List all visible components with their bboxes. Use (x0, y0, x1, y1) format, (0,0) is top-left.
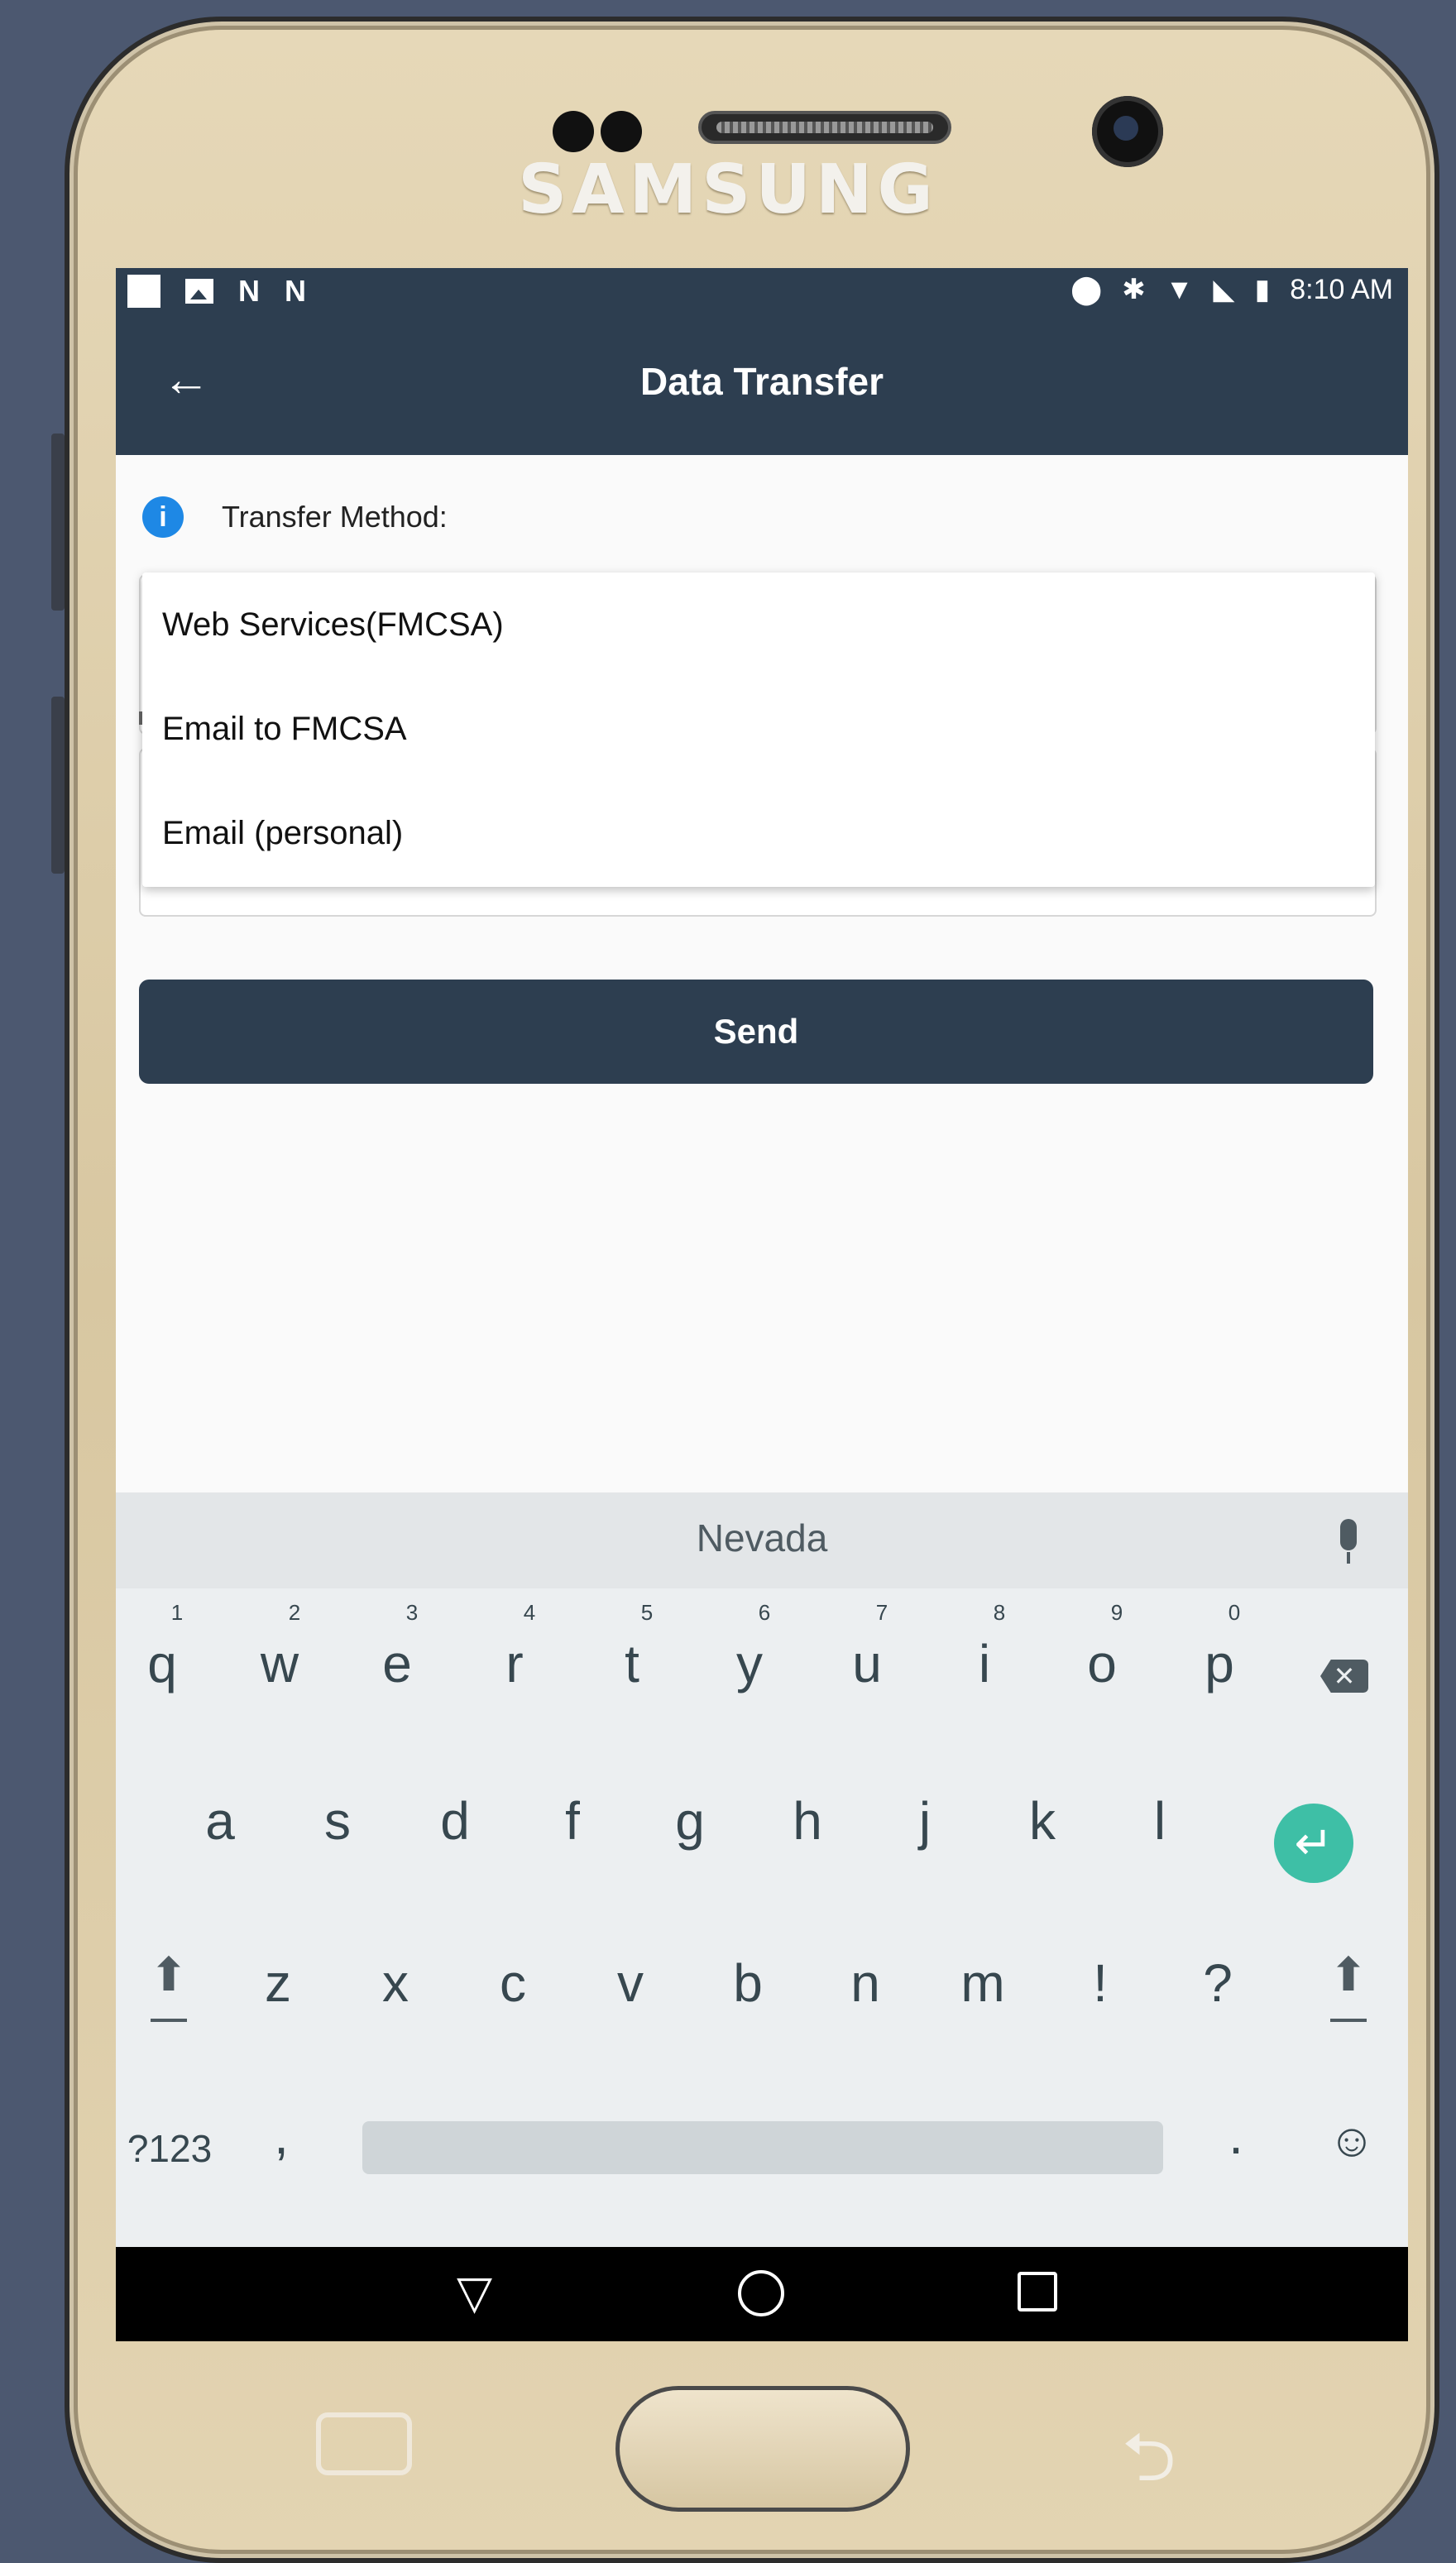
key-o[interactable]: o (1061, 1633, 1143, 1694)
key-f[interactable]: f (531, 1790, 614, 1852)
shift-left-underline (151, 2019, 187, 2022)
notification-square-icon (127, 275, 160, 308)
key-c[interactable]: c (472, 1952, 554, 2014)
suggestion-word[interactable]: Nevada (116, 1516, 1408, 1560)
bluetooth-icon: ✱ (1122, 274, 1146, 305)
nav-back-icon[interactable]: ▽ (457, 2265, 492, 2320)
location-icon: ⬤ (1070, 274, 1103, 305)
key-number: 1 (170, 1600, 184, 1625)
key-h[interactable]: h (766, 1790, 849, 1852)
key-r[interactable]: r (473, 1633, 556, 1694)
key-comma[interactable]: , (240, 2105, 323, 2166)
key-number: 7 (875, 1600, 888, 1625)
space-bar[interactable] (362, 2121, 1163, 2174)
n-notification-icon-2: N (285, 274, 306, 308)
key-y[interactable]: y (708, 1633, 791, 1694)
key-question[interactable]: ? (1176, 1952, 1259, 2014)
battery-icon: ▮ (1254, 274, 1271, 305)
n-notification-icon: N (238, 274, 260, 308)
status-time: 8:10 AM (1290, 273, 1393, 305)
no-sim-icon: ◣ (1213, 274, 1235, 305)
image-notification-icon (185, 279, 213, 304)
app-bar: ← Data Transfer (116, 311, 1408, 455)
earpiece-speaker (698, 111, 951, 144)
transfer-method-dropdown: Web Services(FMCSA) Email to FMCSA Email… (142, 572, 1375, 887)
phone-screen: N N ⬤ ✱ ▼ ◣ ▮ 8:10 AM ← Data Transfer i … (116, 268, 1408, 2341)
emoji-icon[interactable]: ☺ (1310, 2113, 1393, 2167)
microphone-icon[interactable] (1340, 1519, 1357, 1550)
key-d[interactable]: d (414, 1790, 496, 1852)
brand-logo: SAMSUNG (518, 151, 938, 229)
key-z[interactable]: z (237, 1952, 319, 2014)
navigation-bar: ▽ (116, 2247, 1408, 2341)
key-number: 0 (1228, 1600, 1241, 1625)
volume-up-button[interactable] (51, 434, 65, 611)
wifi-icon: ▼ (1165, 273, 1194, 305)
key-k[interactable]: k (1001, 1790, 1084, 1852)
suggestion-bar: Nevada (116, 1492, 1408, 1588)
key-b[interactable]: b (706, 1952, 789, 2014)
symbols-key[interactable]: ?123 (116, 2126, 223, 2171)
hardware-recents-icon[interactable] (316, 2412, 412, 2475)
status-bar: N N ⬤ ✱ ▼ ◣ ▮ 8:10 AM (116, 268, 1408, 311)
key-number: 4 (523, 1600, 536, 1625)
nav-recents-icon[interactable] (1018, 2272, 1057, 2311)
volume-down-button[interactable] (51, 697, 65, 874)
key-t[interactable]: t (591, 1633, 673, 1694)
shift-right-underline (1330, 2019, 1367, 2022)
key-n[interactable]: n (824, 1952, 907, 2014)
key-m[interactable]: m (941, 1952, 1024, 2014)
key-number: 6 (758, 1600, 771, 1625)
key-x[interactable]: x (354, 1952, 437, 2014)
microphone-stand (1347, 1552, 1350, 1564)
key-number: 9 (1110, 1600, 1123, 1625)
key-number: 8 (993, 1600, 1006, 1625)
option-email-fmcsa[interactable]: Email to FMCSA (142, 677, 1375, 781)
key-q[interactable]: q (121, 1633, 204, 1694)
key-g[interactable]: g (649, 1790, 731, 1852)
key-v[interactable]: v (589, 1952, 672, 2014)
key-i[interactable]: i (943, 1633, 1026, 1694)
shift-right-icon[interactable]: ⬆ (1315, 1947, 1382, 2002)
key-j[interactable]: j (884, 1790, 966, 1852)
key-exclamation[interactable]: ! (1059, 1952, 1142, 2014)
page-title: Data Transfer (639, 360, 884, 403)
key-p[interactable]: p (1178, 1633, 1261, 1694)
key-number: 3 (405, 1600, 419, 1625)
key-number: 2 (288, 1600, 301, 1625)
key-l[interactable]: l (1118, 1790, 1201, 1852)
option-web-services[interactable]: Web Services(FMCSA) (142, 572, 1375, 677)
enter-key-icon[interactable]: ↵ (1274, 1804, 1353, 1883)
option-email-personal[interactable]: Email (personal) (142, 781, 1375, 885)
key-number: 5 (640, 1600, 654, 1625)
key-a[interactable]: a (179, 1790, 261, 1852)
nav-home-icon[interactable] (738, 2270, 784, 2316)
key-e[interactable]: e (356, 1633, 438, 1694)
info-icon[interactable]: i (142, 496, 184, 538)
key-w[interactable]: w (238, 1633, 321, 1694)
send-button[interactable]: Send (139, 980, 1373, 1084)
keyboard: Nevada 1 2 3 4 5 6 7 8 9 0 q w e r t y u… (116, 1492, 1408, 2247)
backspace-icon[interactable]: ✕ (1320, 1660, 1368, 1693)
hardware-home-button[interactable] (615, 2386, 910, 2512)
transfer-method-label: Transfer Method: (222, 500, 448, 534)
hardware-back-icon[interactable]: ⮌ (1122, 2407, 1176, 2523)
key-period[interactable]: . (1195, 2105, 1277, 2166)
key-u[interactable]: u (826, 1633, 908, 1694)
shift-left-icon[interactable]: ⬆ (136, 1947, 202, 2002)
key-s[interactable]: s (296, 1790, 379, 1852)
